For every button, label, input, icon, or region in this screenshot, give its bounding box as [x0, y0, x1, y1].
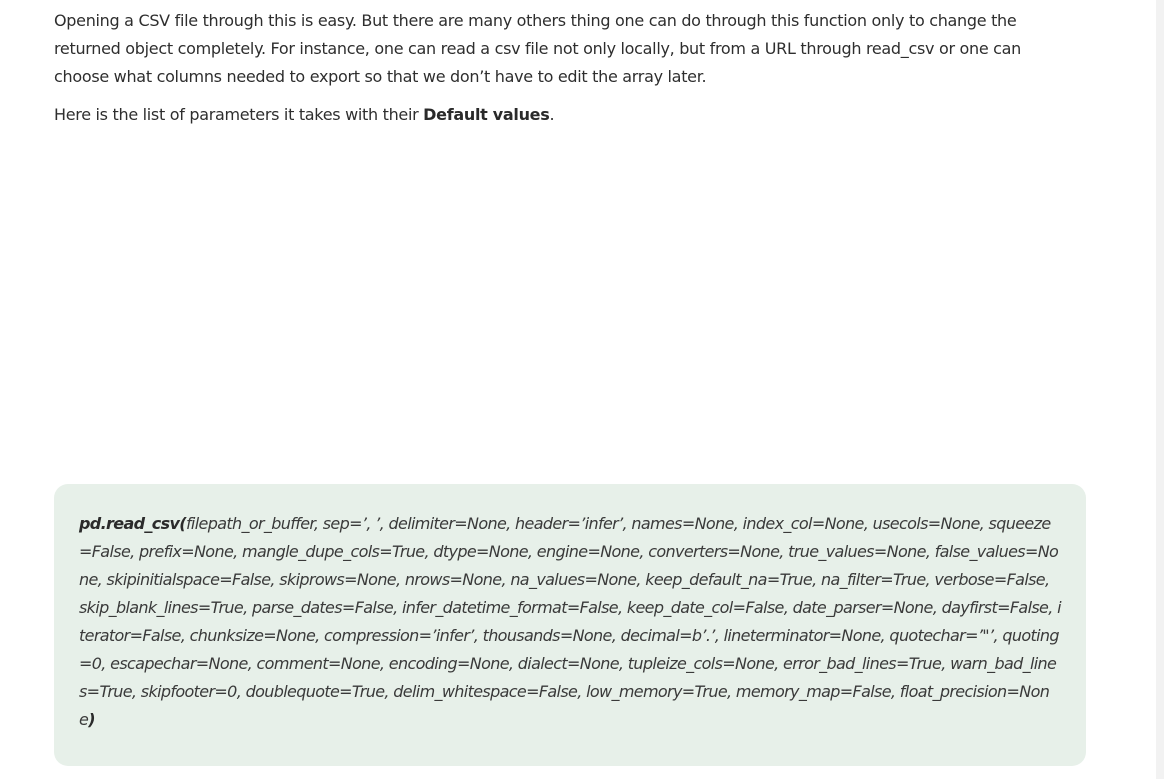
code-block: pd.read_csv(filepath_or_buffer, sep=’, ’… — [54, 484, 1086, 766]
parameters-intro-paragraph: Here is the list of parameters it takes … — [54, 101, 1070, 129]
function-parameters: filepath_or_buffer, sep=’, ’, delimiter=… — [79, 514, 1062, 729]
article-content: Opening a CSV file through this is easy.… — [54, 7, 1070, 129]
function-name: pd.read_csv( — [79, 514, 187, 533]
blank-embed-area — [54, 150, 1086, 470]
default-values-emphasis: Default values — [423, 105, 550, 124]
read-csv-signature: pd.read_csv(filepath_or_buffer, sep=’, ’… — [79, 510, 1062, 734]
intro-paragraph: Opening a CSV file through this is easy.… — [54, 11, 1022, 86]
closing-paren: ) — [88, 710, 95, 729]
page-scrollbar-track[interactable] — [1156, 0, 1164, 779]
parameters-intro-period: . — [549, 105, 555, 124]
parameters-intro-text: Here is the list of parameters it takes … — [54, 105, 424, 124]
